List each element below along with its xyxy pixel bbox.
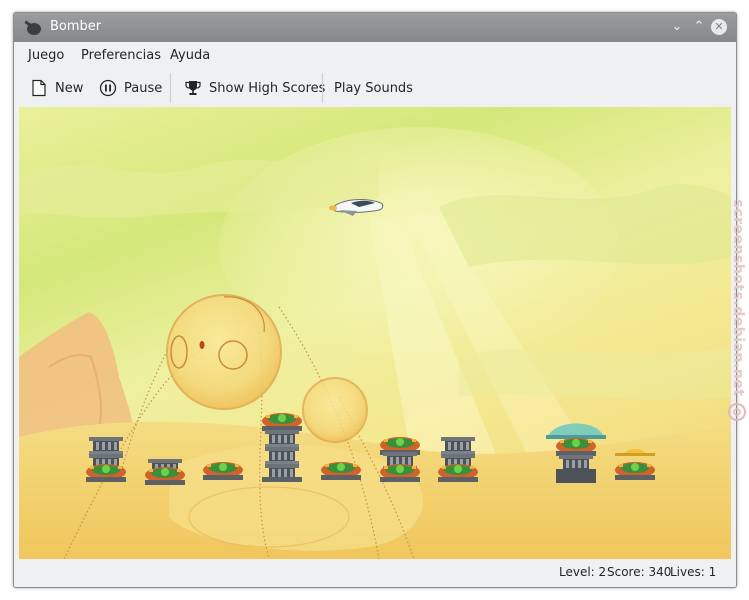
new-document-icon [32,79,46,97]
close-icon[interactable]: ✕ [711,19,727,35]
game-arena[interactable] [19,107,731,559]
building [615,449,655,480]
play-sounds-button[interactable]: Play Sounds [334,75,413,101]
toolbar-separator [170,73,171,103]
building [546,423,606,483]
toolbar: New Pause Show High Scores Play Sounds [14,69,736,107]
app-window: Bomber ⌄ ⌃ ✕ Juego Preferencias Ayuda Ne… [13,12,737,588]
new-button[interactable]: New [30,75,83,101]
watermark: screenshots.debian.net [728,185,748,425]
toolbar-separator [322,73,323,103]
level-indicator: Level: 2 [559,565,607,579]
menu-juego[interactable]: Juego [28,48,64,63]
debian-swirl-icon [728,403,746,421]
status-bar: Level: 2 Score: 340 Lives: 1 [14,559,736,587]
building [380,437,420,482]
building [203,462,243,480]
building [438,437,478,482]
high-scores-label: Show High Scores [209,80,326,96]
menu-ayuda[interactable]: Ayuda [170,48,210,63]
title-bar[interactable]: Bomber ⌄ ⌃ ✕ [14,13,736,42]
show-high-scores-button[interactable]: Show High Scores [184,75,325,101]
city-buildings [86,413,655,485]
score-indicator: Score: 340 [607,565,672,579]
pause-button[interactable]: Pause [99,75,162,101]
menu-bar: Juego Preferencias Ayuda [14,42,736,69]
minimize-icon[interactable]: ⌄ [669,19,685,35]
building [145,459,185,485]
window-title: Bomber [50,19,102,34]
maximize-icon[interactable]: ⌃ [691,19,707,35]
pause-label: Pause [124,80,163,96]
watermark-text: screenshots.debian.net [730,199,746,397]
bomber-app-icon [24,20,41,35]
building [321,462,361,480]
trophy-icon [185,81,201,95]
pause-icon [99,79,117,97]
lives-indicator: Lives: 1 [670,565,717,579]
menu-preferencias[interactable]: Preferencias [81,48,161,63]
new-label: New [55,80,84,96]
building [86,437,126,482]
play-sounds-label: Play Sounds [334,80,413,96]
building [262,413,302,482]
